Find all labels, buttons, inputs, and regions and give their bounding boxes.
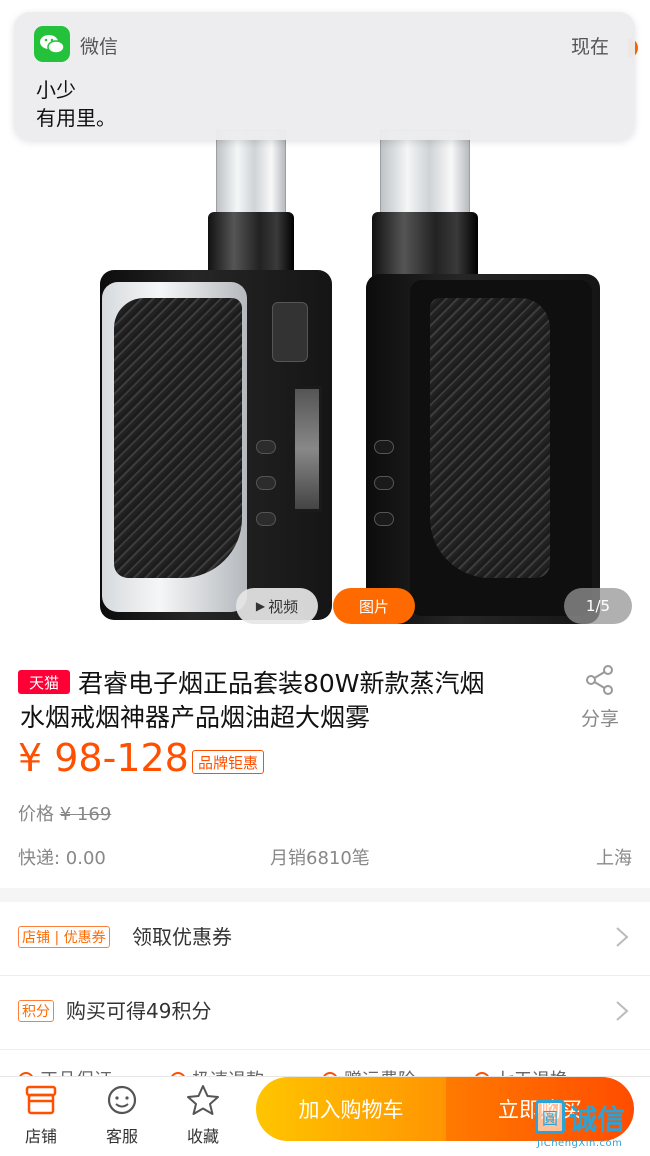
image-counter-text: 1/5: [585, 597, 611, 615]
monthly-sales: 月销6810笔: [270, 848, 370, 869]
chevron-right-icon: [616, 927, 629, 947]
video-tab-button[interactable]: ▶ 视频: [236, 588, 318, 624]
customer-service-icon: [107, 1085, 137, 1115]
price: ¥ 98-128: [18, 736, 189, 780]
original-price-row: 价格 ¥ 169: [18, 800, 111, 826]
ship-from-location: 上海: [596, 848, 632, 869]
store-icon: [25, 1085, 57, 1115]
video-tab-label: 视频: [268, 597, 299, 616]
customer-service-button[interactable]: 客服: [94, 1083, 150, 1151]
points-badge: 积分: [18, 1000, 54, 1022]
notification-time: 现在: [570, 36, 609, 58]
play-icon: ▶: [255, 599, 266, 613]
notification-message: 有用里。: [36, 106, 116, 130]
photo-tab-button[interactable]: 图片: [333, 588, 415, 624]
coupon-row[interactable]: 店铺 | 优惠券 领取优惠券: [0, 902, 650, 976]
coupon-label: 领取优惠券: [132, 925, 232, 949]
store-button[interactable]: 店铺: [13, 1083, 69, 1151]
watermark-brand-en: JiChengXin.com: [537, 1138, 623, 1149]
original-price-label: 价格: [18, 804, 54, 825]
share-label: 分享: [580, 708, 619, 730]
product-title-line1: 君睿电子烟正品套装80W新款蒸汽烟: [78, 669, 485, 698]
original-price: ¥ 169: [59, 804, 112, 825]
favorite-label: 收藏: [186, 1127, 219, 1146]
product-info-section: 天猫 君睿电子烟正品套装80W新款蒸汽烟 水烟戒烟神器产品烟油超大烟雾 分享 ¥…: [0, 640, 650, 888]
store-label: 店铺: [24, 1127, 57, 1146]
shipping-fee: 快递: 0.00: [18, 848, 106, 869]
share-button[interactable]: 分享: [572, 662, 628, 730]
wechat-icon: [34, 26, 70, 62]
tmall-badge: 天猫: [18, 670, 70, 694]
favorite-button[interactable]: 收藏: [175, 1083, 231, 1151]
notification-sender: 小少: [36, 78, 76, 102]
points-row[interactable]: 积分 购买可得49积分: [0, 976, 650, 1050]
star-icon: [187, 1085, 219, 1115]
photo-tab-label: 图片: [358, 597, 389, 616]
coupon-badge: 店铺 | 优惠券: [18, 926, 110, 948]
product-image-right-device: [360, 130, 610, 630]
wechat-notification-banner[interactable]: 微信 现在 小少 有用里。: [14, 12, 635, 140]
price-badge: 品牌钜惠: [192, 750, 265, 774]
watermark-logo-icon: 圓: [535, 1100, 565, 1134]
chevron-right-icon: [616, 1001, 629, 1021]
share-icon: [586, 665, 613, 695]
image-counter: 1/5: [564, 588, 632, 624]
perks-section: 店铺 | 优惠券 领取优惠券 积分 购买可得49积分 正品保证 极速退款 赠运费…: [0, 888, 650, 1078]
points-label: 购买可得49积分: [66, 999, 212, 1023]
watermark-brand-cn: 诚信: [569, 1103, 626, 1136]
product-title-line2: 水烟戒烟神器产品烟油超大烟雾: [20, 703, 371, 732]
add-to-cart-label: 加入购物车: [298, 1098, 404, 1122]
customer-service-label: 客服: [105, 1127, 138, 1146]
site-watermark: 圓 诚信 JiChengXin.com: [535, 1100, 647, 1154]
add-to-cart-button[interactable]: 加入购物车: [256, 1077, 446, 1141]
notification-app-name: 微信: [80, 36, 119, 58]
product-image-left-device: [96, 130, 336, 630]
